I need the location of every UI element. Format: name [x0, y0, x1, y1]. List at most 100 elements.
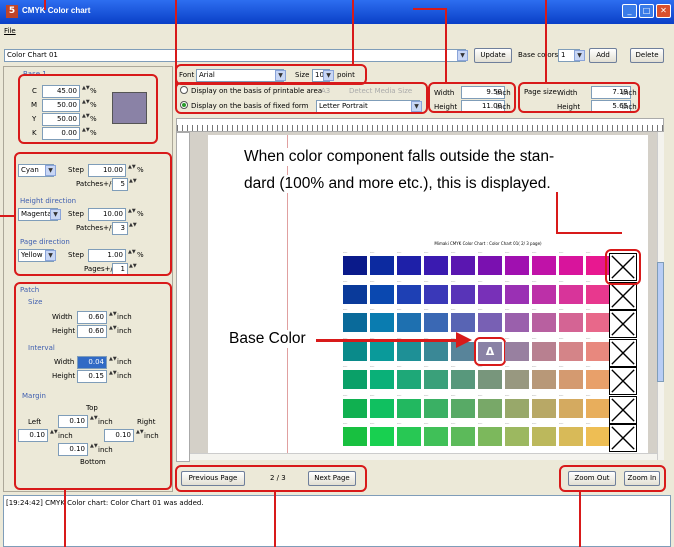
- color-patch: [478, 313, 502, 332]
- color-patch: [478, 256, 502, 275]
- color-patch: [505, 427, 529, 446]
- callout-line: [545, 0, 547, 84]
- patch-label: ----: [586, 392, 591, 397]
- chart-title: Mimaki CMYK Color Chart : Color Chart 01…: [434, 241, 542, 246]
- callout-line: [556, 192, 558, 234]
- callout-line: [352, 0, 354, 66]
- close-button[interactable]: ✕: [656, 4, 671, 18]
- patch-label: ----: [370, 278, 375, 283]
- patch-label: ----: [424, 392, 429, 397]
- patch-label: ----: [586, 278, 591, 283]
- chart-name-select[interactable]: Color Chart 01: [4, 49, 466, 62]
- patch-label: ----: [343, 278, 348, 283]
- patch-label: ----: [478, 421, 483, 425]
- color-patch: [532, 313, 556, 332]
- patch-label: ----: [478, 250, 483, 254]
- patch-label: ----: [370, 421, 375, 425]
- color-patch: [343, 398, 367, 418]
- color-patch: [397, 341, 421, 361]
- color-patch: [559, 313, 583, 332]
- callout-box-print-size: [428, 82, 516, 113]
- callout-line: [175, 0, 177, 92]
- out-of-range-icon: [609, 310, 637, 338]
- patch-label: ----: [370, 392, 375, 397]
- add-button[interactable]: Add: [589, 48, 617, 63]
- patch-label: ----: [397, 392, 402, 397]
- color-patch: [532, 370, 556, 389]
- color-patch: [370, 341, 394, 361]
- chevron-down-icon[interactable]: ▼: [457, 50, 468, 61]
- color-patch: [370, 398, 394, 418]
- log-message: [19:24:42] CMYK Color chart: Color Chart…: [6, 499, 204, 507]
- patch-label: ----: [559, 421, 564, 425]
- color-patch: [424, 370, 448, 389]
- callout-line: [64, 490, 66, 547]
- color-patch: [451, 398, 475, 418]
- out-of-range-icon: [609, 424, 637, 452]
- color-patch: [505, 313, 529, 332]
- color-patch: [559, 256, 583, 275]
- color-patch: [586, 313, 610, 332]
- patch-label: ----: [424, 278, 429, 283]
- patch-label: ----: [478, 307, 483, 311]
- color-patch: [505, 256, 529, 275]
- callout-base-color: Base Color: [229, 330, 306, 348]
- callout-box-patch: [14, 282, 172, 490]
- maximize-button[interactable]: □: [639, 4, 654, 18]
- out-of-range-icon: [609, 338, 637, 367]
- color-patch: [343, 284, 367, 304]
- patch-label: ----: [586, 364, 591, 368]
- menu-file[interactable]: File: [4, 27, 16, 35]
- patch-label: ----: [559, 250, 564, 254]
- callout-out-of-range-line2: dard (100% and more etc.), this is displ…: [244, 175, 551, 193]
- color-patch: [451, 427, 475, 446]
- scrollbar-thumb[interactable]: [657, 262, 664, 382]
- color-patch: [343, 370, 367, 389]
- patch-label: ----: [397, 250, 402, 254]
- patch-label: ----: [424, 421, 429, 425]
- callout-line: [579, 490, 581, 547]
- patch-label: ----: [451, 250, 456, 254]
- chevron-down-icon[interactable]: ▼: [574, 50, 585, 61]
- patch-label: ----: [559, 392, 564, 397]
- update-button[interactable]: Update: [474, 48, 512, 63]
- callout-box-navigation: [175, 465, 367, 492]
- patch-label: ----: [343, 307, 348, 311]
- color-patch: [505, 370, 529, 389]
- patch-label: ----: [586, 250, 591, 254]
- color-patch: [397, 313, 421, 332]
- patch-label: ----: [451, 392, 456, 397]
- color-patch: [451, 313, 475, 332]
- patch-label: ----: [397, 364, 402, 368]
- patch-label: ----: [532, 278, 537, 283]
- color-patch: [478, 398, 502, 418]
- color-patch: [343, 313, 367, 332]
- patch-label: ----: [505, 250, 510, 254]
- color-patch: [586, 370, 610, 389]
- color-patch: [451, 256, 475, 275]
- color-patch: [397, 398, 421, 418]
- out-of-range-icon: [609, 367, 637, 395]
- patch-label: ----: [343, 421, 348, 425]
- patch-label: ----: [505, 335, 510, 340]
- patch-label: ----: [586, 421, 591, 425]
- patch-label: ----: [586, 307, 591, 311]
- callout-line: [445, 8, 447, 84]
- patch-label: ----: [532, 335, 537, 340]
- out-of-range-highlight: [605, 249, 641, 285]
- minimize-button[interactable]: _: [622, 4, 637, 18]
- patch-label: ----: [532, 392, 537, 397]
- delete-button[interactable]: Delete: [630, 48, 664, 63]
- base-colors-label: Base colors: [518, 51, 559, 59]
- callout-line: [556, 232, 622, 234]
- color-patch: [370, 284, 394, 304]
- color-patch: [397, 370, 421, 389]
- patch-label: ----: [478, 278, 483, 283]
- out-of-range-icon: [609, 395, 637, 424]
- callout-line: [44, 0, 46, 10]
- title-bar[interactable]: [0, 0, 674, 24]
- horizontal-scrollbar[interactable]: [190, 453, 657, 460]
- arrow-icon: [456, 332, 472, 348]
- menu-bar: [0, 24, 674, 38]
- color-patch: [586, 284, 610, 304]
